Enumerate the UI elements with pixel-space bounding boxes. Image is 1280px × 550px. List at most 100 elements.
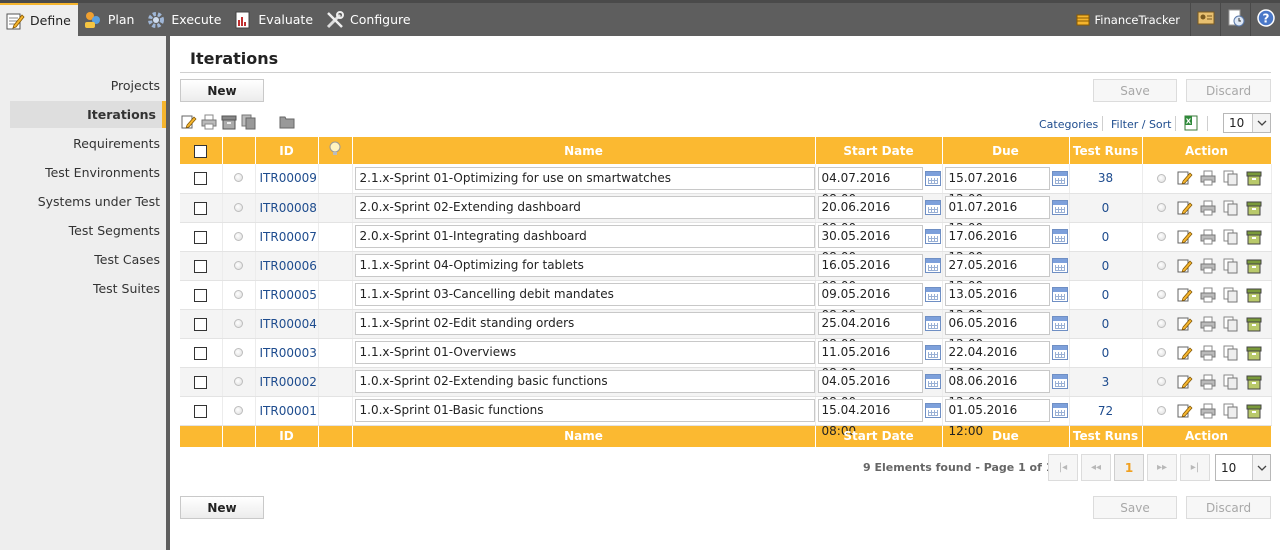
- calendar-icon[interactable]: [1051, 403, 1068, 418]
- status-radio-icon[interactable]: [1153, 286, 1171, 304]
- nav-execute[interactable]: Execute: [141, 3, 228, 36]
- start-date-field[interactable]: 25.04.2016 08:00: [817, 312, 923, 351]
- row-checkbox[interactable]: [194, 404, 208, 418]
- edit-icon[interactable]: [1176, 402, 1194, 420]
- due-date-field[interactable]: 27.05.2016 12:00: [944, 254, 1050, 293]
- status-radio-icon[interactable]: [1153, 402, 1171, 420]
- status-radio-icon[interactable]: [1153, 228, 1171, 246]
- row-status-radio[interactable]: [234, 231, 243, 241]
- print-icon[interactable]: [1199, 199, 1217, 217]
- iteration-id-link[interactable]: ITR00009: [256, 171, 317, 185]
- edit-icon[interactable]: [1176, 373, 1194, 391]
- iteration-name-field[interactable]: 2.0.x-Sprint 02-Extending dashboard: [354, 196, 815, 219]
- table-row[interactable]: ITR00007 2.0.x-Sprint 01-Integrating dash…: [180, 222, 1272, 264]
- status-radio-icon[interactable]: [1153, 315, 1171, 333]
- start-date-field[interactable]: 30.05.2016 08:00: [817, 225, 923, 264]
- due-date-field[interactable]: 17.06.2016 12:00: [944, 225, 1050, 264]
- sidebar-item-test-environments[interactable]: Test Environments: [45, 165, 160, 180]
- copy-icon[interactable]: [240, 114, 258, 130]
- edit-icon[interactable]: [1176, 315, 1194, 333]
- archive-icon[interactable]: [1245, 315, 1263, 333]
- row-checkbox[interactable]: [194, 317, 208, 331]
- table-row[interactable]: ITR00006 1.1.x-Sprint 04-Optimizing for t…: [180, 251, 1272, 293]
- sidebar-item-test-segments[interactable]: Test Segments: [69, 223, 160, 238]
- calendar-icon[interactable]: [924, 374, 941, 389]
- calendar-icon[interactable]: [924, 287, 941, 302]
- status-radio-icon[interactable]: [1153, 257, 1171, 275]
- row-checkbox[interactable]: [194, 375, 208, 389]
- iteration-id-link[interactable]: ITR00005: [256, 288, 317, 302]
- table-row[interactable]: ITR00008 2.0.x-Sprint 02-Extending dashbo…: [180, 193, 1272, 235]
- test-runs-link[interactable]: 38: [1069, 164, 1143, 194]
- calendar-icon[interactable]: [924, 229, 941, 244]
- row-status-radio[interactable]: [234, 318, 243, 328]
- edit-icon[interactable]: [180, 114, 198, 130]
- nav-define[interactable]: Define: [0, 3, 78, 36]
- test-runs-link[interactable]: 0: [1069, 280, 1143, 310]
- excel-export-icon[interactable]: X: [1183, 115, 1199, 134]
- start-date-field[interactable]: 20.06.2016 08:00: [817, 196, 923, 235]
- row-checkbox[interactable]: [194, 201, 208, 215]
- row-status-radio[interactable]: [234, 173, 243, 183]
- iteration-name-field[interactable]: 1.1.x-Sprint 04-Optimizing for tablets: [354, 254, 815, 277]
- print-icon[interactable]: [1199, 169, 1217, 187]
- calendar-icon[interactable]: [924, 170, 941, 186]
- due-date-field[interactable]: 08.06.2016 12:00: [944, 370, 1050, 409]
- start-date-field[interactable]: 11.05.2016 08:00: [817, 341, 923, 380]
- nav-evaluate[interactable]: Evaluate: [228, 3, 320, 36]
- copy-icon[interactable]: [1222, 344, 1240, 362]
- header-due[interactable]: Due: [942, 137, 1070, 164]
- save-button-bottom[interactable]: Save: [1093, 496, 1177, 519]
- iteration-id-link[interactable]: ITR00004: [256, 317, 317, 331]
- calendar-icon[interactable]: [924, 345, 941, 360]
- archive-icon[interactable]: [1245, 286, 1263, 304]
- iteration-id-link[interactable]: ITR00001: [256, 404, 317, 418]
- sidebar-item-test-cases[interactable]: Test Cases: [94, 252, 160, 267]
- start-date-field[interactable]: 04.05.2016 08:00: [817, 370, 923, 409]
- help-button[interactable]: ?: [1250, 3, 1280, 36]
- header-start-date[interactable]: Start Date: [815, 137, 943, 164]
- iteration-id-link[interactable]: ITR00003: [256, 346, 317, 360]
- row-checkbox[interactable]: [194, 172, 208, 186]
- new-button-bottom[interactable]: New: [180, 496, 264, 519]
- calendar-icon[interactable]: [924, 316, 941, 331]
- status-radio-icon[interactable]: [1153, 169, 1171, 187]
- calendar-icon[interactable]: [1051, 258, 1068, 273]
- print-icon[interactable]: [1199, 344, 1217, 362]
- print-icon[interactable]: [200, 114, 218, 130]
- start-date-field[interactable]: 15.04.2016 08:00: [817, 399, 923, 438]
- header-name[interactable]: Name: [352, 137, 816, 164]
- nav-plan[interactable]: Plan: [78, 3, 142, 36]
- test-runs-link[interactable]: 3: [1069, 367, 1143, 397]
- calendar-icon[interactable]: [924, 403, 941, 418]
- row-status-radio[interactable]: [234, 347, 243, 357]
- copy-icon[interactable]: [1222, 373, 1240, 391]
- archive-icon[interactable]: [1245, 373, 1263, 391]
- test-runs-link[interactable]: 0: [1069, 251, 1143, 281]
- edit-icon[interactable]: [1176, 344, 1194, 362]
- select-all-checkbox[interactable]: [194, 144, 208, 158]
- row-checkbox[interactable]: [194, 230, 208, 244]
- row-status-radio[interactable]: [234, 202, 243, 212]
- page-size-select-bottom[interactable]: 10: [1215, 454, 1271, 481]
- test-runs-link[interactable]: 0: [1069, 338, 1143, 368]
- start-date-field[interactable]: 09.05.2016 08:00: [817, 283, 923, 322]
- calendar-icon[interactable]: [1051, 345, 1068, 360]
- table-row[interactable]: ITR00001 1.0.x-Sprint 01-Basic functions 1…: [180, 396, 1272, 438]
- next-page-button[interactable]: ▸▸: [1147, 454, 1177, 481]
- iteration-name-field[interactable]: 1.1.x-Sprint 01-Overviews: [354, 341, 815, 364]
- edit-icon[interactable]: [1176, 228, 1194, 246]
- calendar-icon[interactable]: [1051, 374, 1068, 389]
- due-date-field[interactable]: 22.04.2016 12:00: [944, 341, 1050, 380]
- copy-icon[interactable]: [1222, 257, 1240, 275]
- last-page-button[interactable]: ▸|: [1180, 454, 1210, 481]
- row-status-radio[interactable]: [234, 405, 243, 415]
- copy-icon[interactable]: [1222, 402, 1240, 420]
- row-checkbox[interactable]: [194, 288, 208, 302]
- test-runs-link[interactable]: 0: [1069, 309, 1143, 339]
- table-row[interactable]: ITR00002 1.0.x-Sprint 02-Extending basic …: [180, 367, 1272, 409]
- archive-icon[interactable]: [1245, 199, 1263, 217]
- current-page-button[interactable]: 1: [1114, 454, 1144, 481]
- filter-sort-link[interactable]: Filter / Sort: [1111, 118, 1172, 131]
- status-radio-icon[interactable]: [1153, 199, 1171, 217]
